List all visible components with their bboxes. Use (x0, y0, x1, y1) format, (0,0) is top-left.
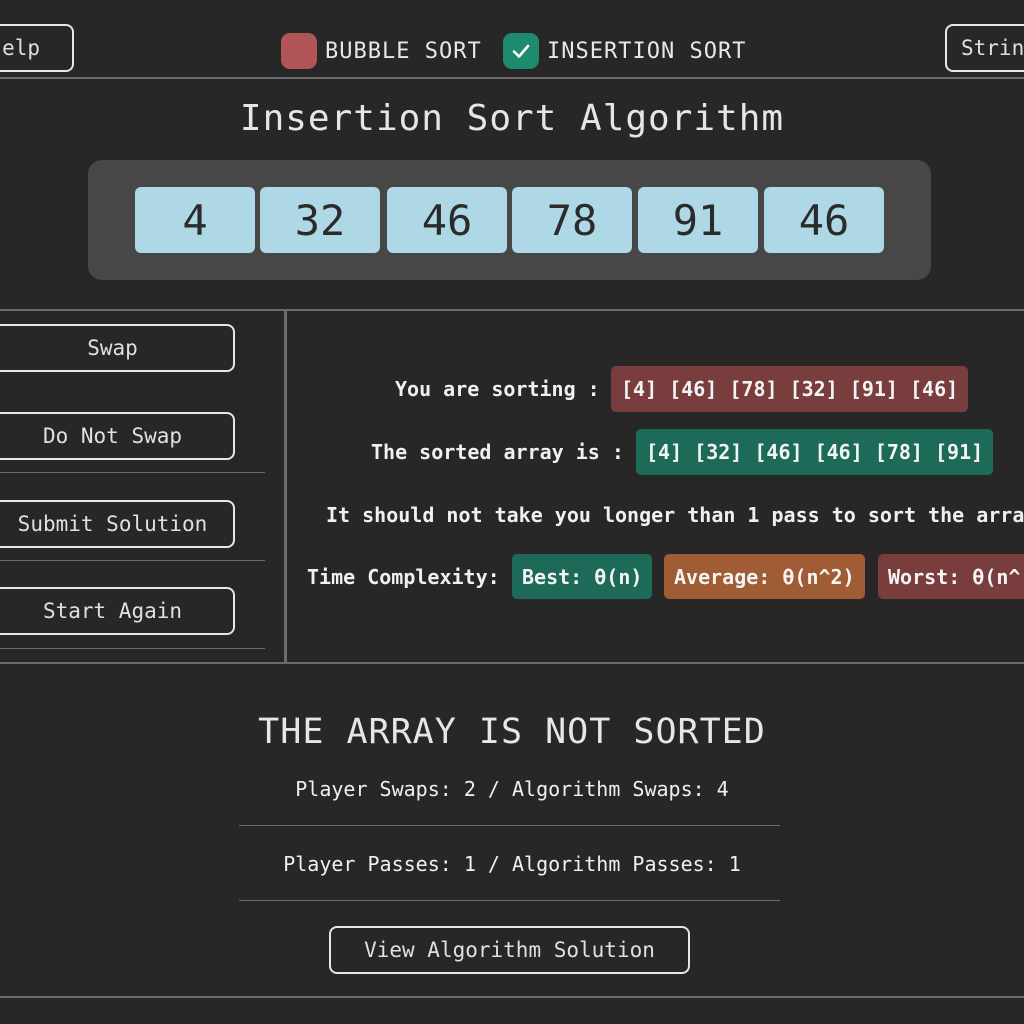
sorted-label: The sorted array is : (371, 440, 624, 464)
bubble-sort-label: BUBBLE SORT (325, 38, 482, 64)
page-title: Insertion Sort Algorithm (239, 98, 785, 139)
stats-divider (239, 900, 780, 901)
start-again-button[interactable]: Start Again (0, 587, 235, 635)
sorting-array-tag: [4] [46] [78] [32] [91] [46] (611, 366, 969, 412)
swaps-stat: Player Swaps: 2 / Algorithm Swaps: 4 (295, 777, 729, 801)
worst-complexity-badge: Worst: θ(n^ (878, 554, 1024, 599)
sorted-array-tag: [4] [32] [46] [46] [78] [91] (636, 429, 994, 475)
insertion-sort-checkbox[interactable] (503, 33, 539, 69)
controls-divider (0, 648, 265, 649)
sort-status: THE ARRAY IS NOT SORTED (258, 712, 766, 752)
controls-divider (0, 472, 265, 473)
stats-divider (239, 825, 780, 826)
array-cell[interactable]: 4 (135, 187, 255, 253)
complexity-label: Time Complexity: (307, 565, 500, 589)
passes-note: It should not take you longer than 1 pas… (326, 503, 1024, 527)
controls-divider (0, 560, 265, 561)
array-cell[interactable]: 78 (512, 187, 632, 253)
section-divider (0, 662, 1024, 664)
insertion-sort-toggle[interactable]: INSERTION SORT (503, 33, 746, 69)
bubble-sort-toggle[interactable]: BUBBLE SORT (281, 33, 482, 69)
bubble-sort-checkbox[interactable] (281, 33, 317, 69)
view-solution-button[interactable]: View Algorithm Solution (329, 926, 690, 974)
insertion-sort-label: INSERTION SORT (547, 38, 747, 64)
sorting-label: You are sorting : (395, 377, 600, 401)
do-not-swap-button[interactable]: Do Not Swap (0, 412, 235, 460)
help-button[interactable]: elp (0, 24, 74, 72)
vertical-divider (284, 311, 287, 662)
passes-stat: Player Passes: 1 / Algorithm Passes: 1 (283, 852, 741, 876)
best-complexity-badge: Best: θ(n) (512, 554, 653, 599)
check-icon (512, 44, 530, 58)
array-cell[interactable]: 32 (260, 187, 380, 253)
footer-divider (0, 996, 1024, 998)
header-divider (0, 77, 1024, 79)
array-panel: 4 32 46 78 91 46 (88, 160, 931, 280)
average-complexity-badge: Average: θ(n^2) (664, 554, 865, 599)
strings-button[interactable]: Strin (945, 24, 1024, 72)
array-cell[interactable]: 91 (638, 187, 758, 253)
submit-solution-button[interactable]: Submit Solution (0, 500, 235, 548)
swap-button[interactable]: Swap (0, 324, 235, 372)
array-cell[interactable]: 46 (764, 187, 884, 253)
section-divider (0, 309, 1024, 311)
array-cell[interactable]: 46 (387, 187, 507, 253)
